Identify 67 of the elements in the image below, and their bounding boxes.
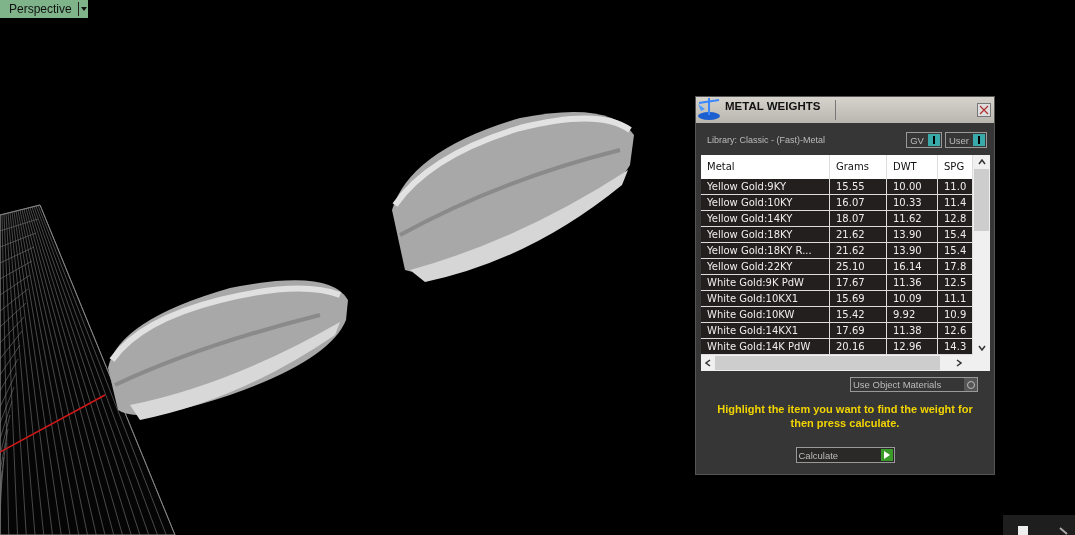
table-cell: 12.96: [887, 339, 938, 355]
table-cell: 21.62: [830, 243, 887, 259]
toggle-switch[interactable]: User: [944, 132, 987, 148]
table-cell: 17.8: [938, 259, 973, 275]
table-cell: Yellow Gold:10KY: [701, 195, 830, 211]
table-cell: 15.55: [830, 179, 887, 195]
table-cell: 11.36: [887, 275, 938, 291]
table-cell: 13.90: [887, 227, 938, 243]
table-cell: 10.09: [887, 291, 938, 307]
table-cell: 20.16: [830, 339, 887, 355]
table-cell: White Gold:9K PdW: [701, 275, 830, 291]
table-cell: White Gold:10KX1: [701, 291, 830, 307]
toggle-label: GV: [910, 134, 924, 146]
table-cell: 16.14: [887, 259, 938, 275]
table-cell: 25.10: [830, 259, 887, 275]
toggle-switch[interactable]: GV: [906, 132, 942, 148]
table-cell: Yellow Gold:14KY: [701, 211, 830, 227]
toggle-label: Use Object Materials: [853, 379, 943, 390]
table-cell: 15.69: [830, 291, 887, 307]
library-label: Library: Classic - (Fast)-Metal: [707, 135, 826, 145]
calculate-button[interactable]: Calculate: [795, 447, 895, 463]
table-cell: Yellow Gold:18KY R...: [701, 243, 830, 259]
scroll-right-icon[interactable]: [956, 359, 962, 367]
dropdown-caret-icon[interactable]: [78, 2, 88, 16]
table-cell: 17.69: [830, 323, 887, 339]
scale-icon: [696, 95, 722, 121]
table-cell: 14.3: [938, 339, 973, 355]
table-cell: White Gold:14KX1: [701, 323, 830, 339]
use-object-materials-toggle[interactable]: Use Object Materials: [850, 377, 978, 392]
table-cell: 10.9: [938, 307, 973, 323]
table-cell: 12.6: [938, 323, 973, 339]
table-cell: 11.0: [938, 179, 973, 195]
horizontal-scrollbar[interactable]: [701, 355, 990, 371]
table-cell: 13.90: [887, 243, 938, 259]
viewport-label: Perspective: [8, 2, 73, 16]
table-cell: 10.00: [887, 179, 938, 195]
scroll-left-icon[interactable]: [705, 359, 711, 367]
table-cell: 9.92: [887, 307, 938, 323]
table-cell: 17.67: [830, 275, 887, 291]
table-cell: Yellow Gold:22KY: [701, 259, 830, 275]
table-cell: 11.62: [887, 211, 938, 227]
scroll-down-icon[interactable]: [977, 345, 986, 351]
table-cell: White Gold:14K PdW: [701, 339, 830, 355]
toggle-label: User: [948, 134, 969, 146]
close-button[interactable]: [977, 103, 991, 117]
table-cell: 15.4: [938, 227, 973, 243]
table-cell: Yellow Gold:18KY: [701, 227, 830, 243]
panel-title: METAL WEIGHTS: [725, 100, 822, 112]
table-cell: 12.8: [938, 211, 973, 227]
close-icon: [979, 105, 989, 115]
viewport-tab[interactable]: Perspective: [0, 0, 88, 18]
table-cell: 16.07: [830, 195, 887, 211]
table-cell: 11.1: [938, 291, 973, 307]
table-cell: 11.4: [938, 195, 973, 211]
table-cell: 18.07: [830, 211, 887, 227]
vertical-scrollbar[interactable]: [973, 155, 990, 355]
table-cell: 10.33: [887, 195, 938, 211]
table-cell: 21.62: [830, 227, 887, 243]
instruction-text: Highlight the item you want to find the weight for then press calculate.: [716, 402, 974, 430]
table-cell: White Gold:10KW: [701, 307, 830, 323]
table-cell: 15.42: [830, 307, 887, 323]
scroll-up-icon[interactable]: [977, 159, 986, 165]
table-cell: 15.4: [938, 243, 973, 259]
table-cell: 11.38: [887, 323, 938, 339]
table-cell: Yellow Gold:9KY: [701, 179, 830, 195]
play-icon: [880, 449, 893, 461]
table-cell: 12.5: [938, 275, 973, 291]
